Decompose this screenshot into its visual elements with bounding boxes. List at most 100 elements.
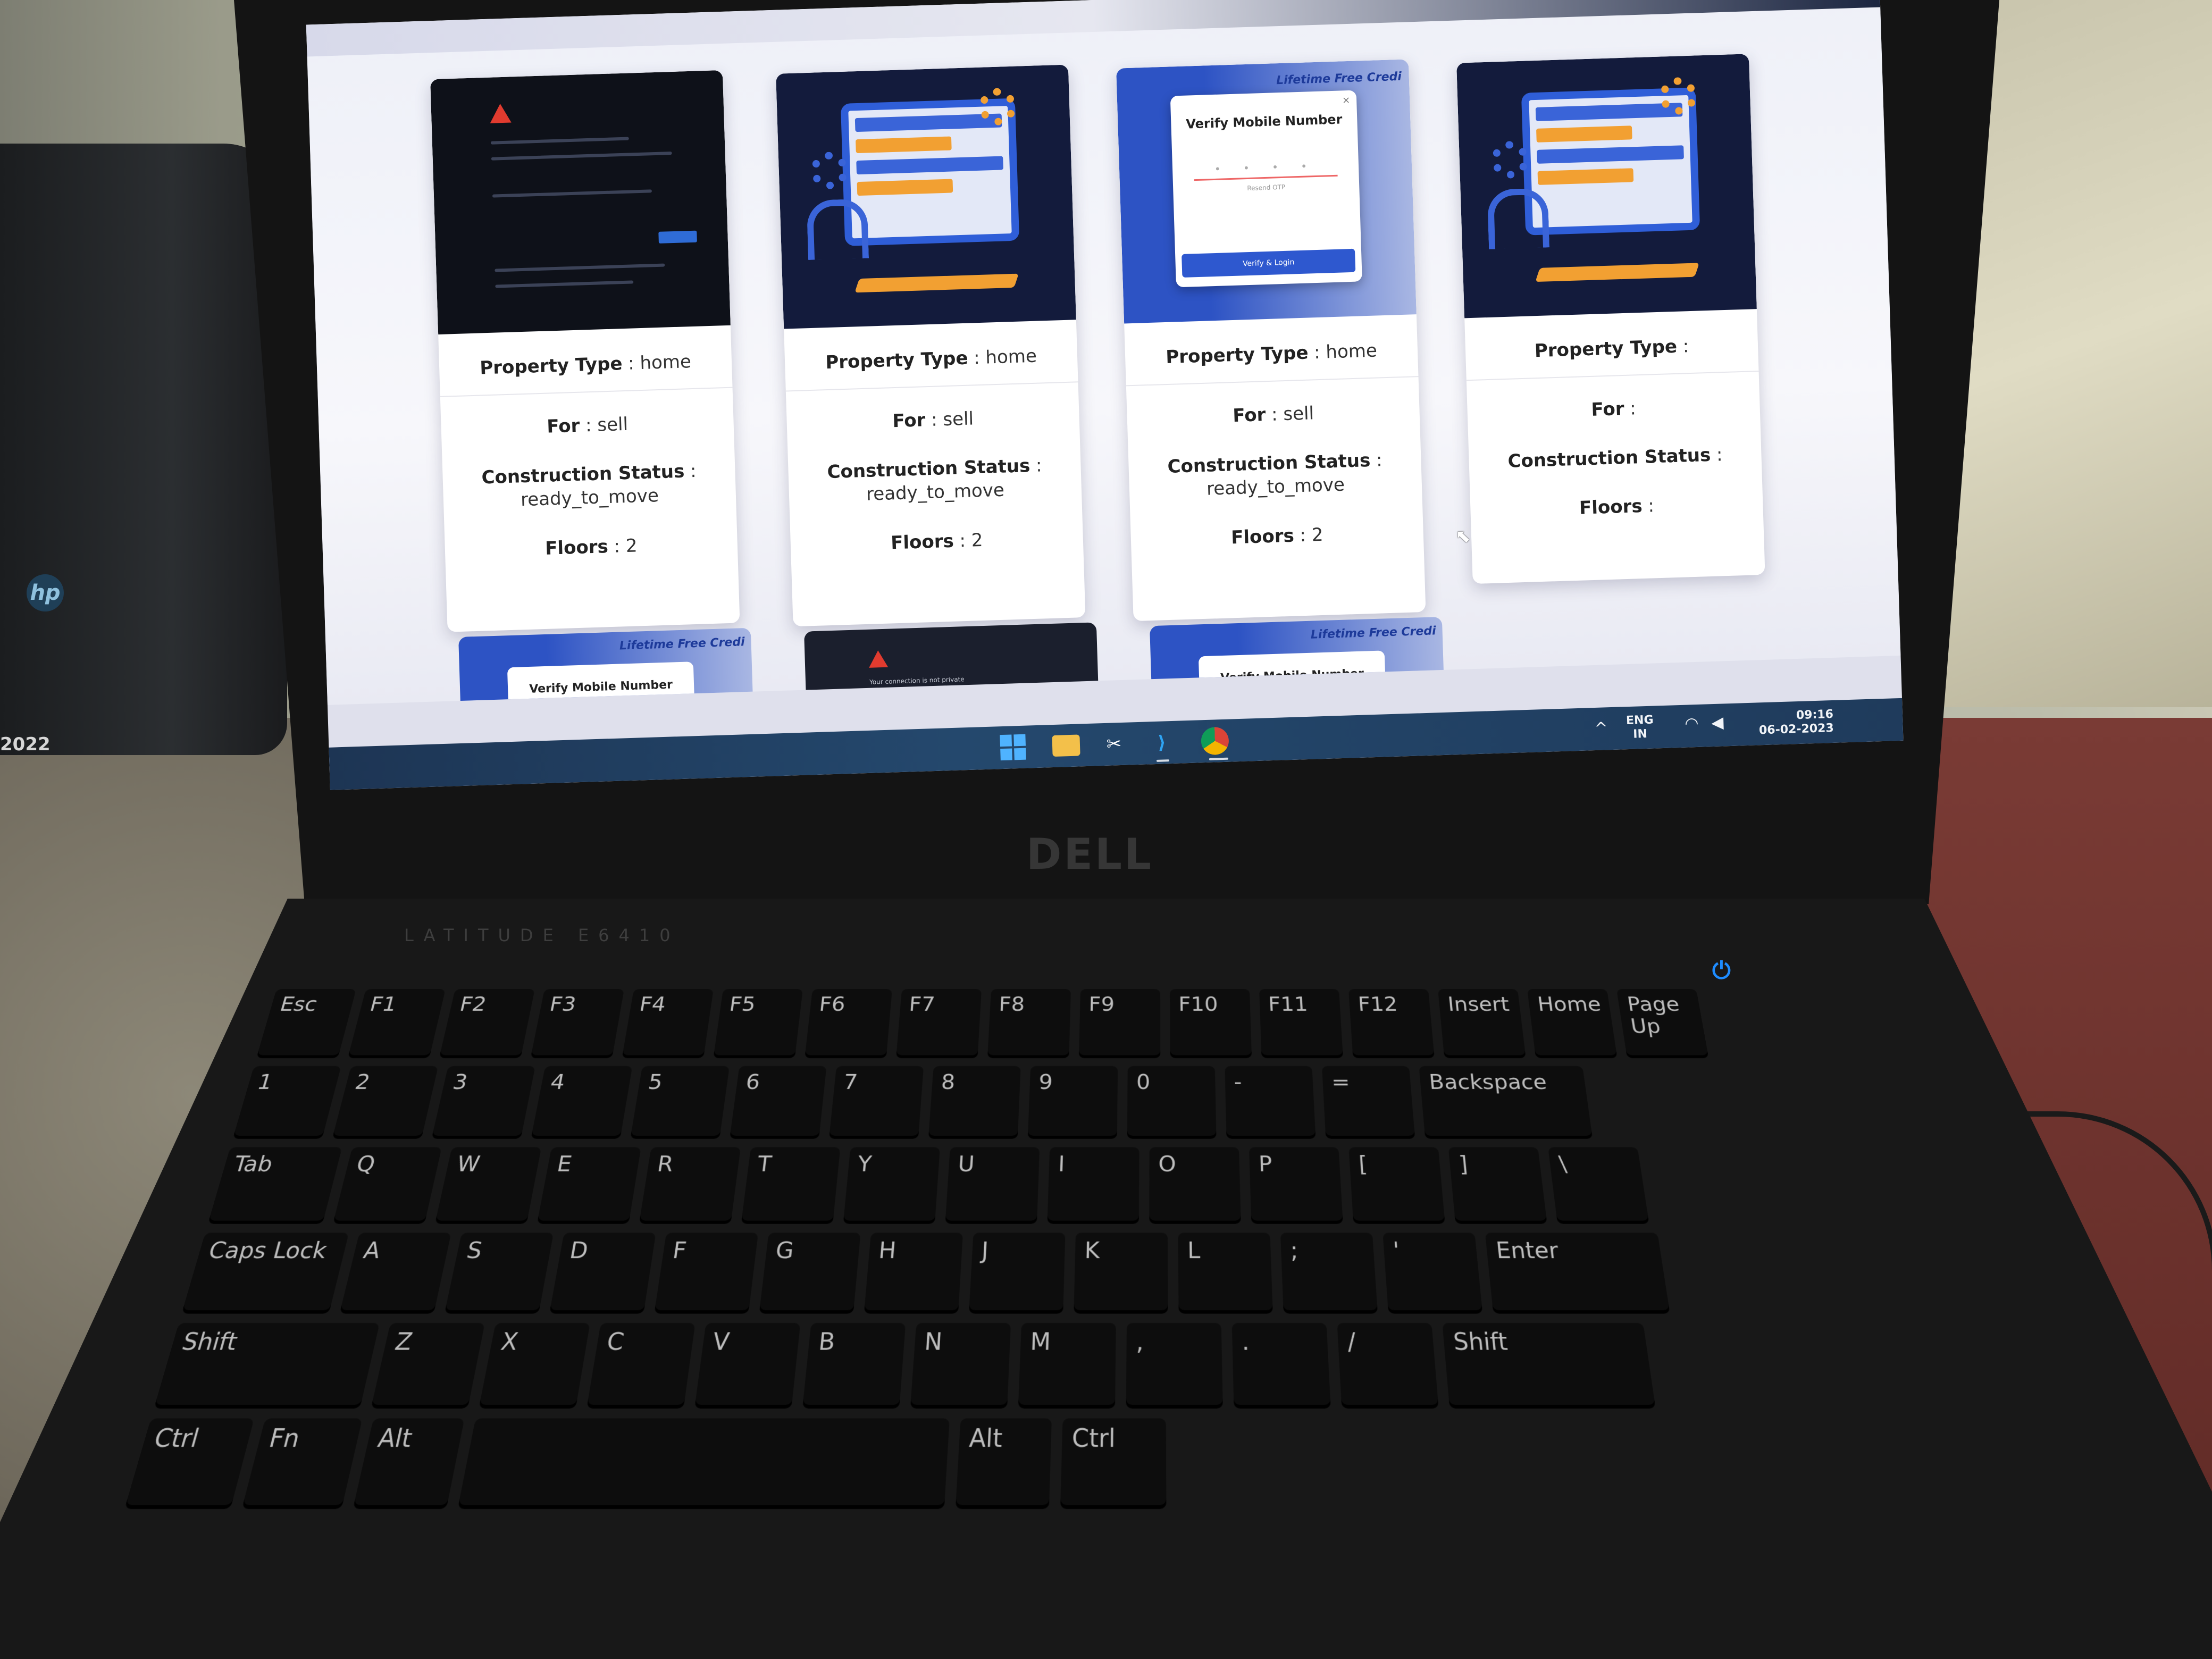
key-f11[interactable]: F11 — [1259, 989, 1343, 1055]
key-f3[interactable]: F3 — [531, 989, 624, 1055]
chevron-up-icon[interactable]: ^ — [1594, 719, 1608, 738]
key-c[interactable]: C — [587, 1322, 696, 1405]
key-f2[interactable]: F2 — [439, 989, 535, 1055]
key--[interactable]: \ — [1548, 1147, 1649, 1221]
key-y[interactable]: Y — [843, 1147, 940, 1221]
start-icon[interactable] — [999, 733, 1027, 762]
key-f4[interactable]: F4 — [622, 989, 714, 1055]
key--[interactable]: , — [1126, 1322, 1223, 1405]
key--[interactable]: ' — [1382, 1233, 1482, 1311]
key-v[interactable]: V — [694, 1322, 801, 1405]
key-f9[interactable]: F9 — [1078, 989, 1161, 1055]
card-thumbnail — [430, 70, 731, 334]
key-insert[interactable]: Insert — [1438, 989, 1526, 1055]
key-r[interactable]: R — [639, 1147, 741, 1221]
keyboard-row: Shift Z X C V B N M,. / Shift — [153, 1322, 1656, 1412]
power-button-icon[interactable]: ⏻ — [1712, 957, 1744, 989]
snipping-tool-icon[interactable]: ✂ — [1100, 730, 1128, 759]
keyboard-row: Ctrl Fn Alt Alt Ctrl — [123, 1418, 1167, 1513]
key-h[interactable]: H — [864, 1233, 963, 1311]
property-card[interactable]: Property Type : home For : sell Construc… — [430, 70, 740, 632]
key--[interactable]: = — [1321, 1066, 1415, 1136]
key-page-up[interactable]: Page Up — [1616, 989, 1708, 1055]
vscode-icon[interactable]: ⟩ — [1147, 728, 1176, 757]
clock[interactable]: 09:16 06-02-2023 — [1754, 708, 1834, 738]
key-0[interactable]: 0 — [1127, 1066, 1217, 1136]
key-t[interactable]: T — [741, 1147, 841, 1221]
key-3[interactable]: 3 — [432, 1066, 535, 1136]
model-label: LATITUDE E6410 — [404, 925, 680, 945]
chrome-icon[interactable] — [1201, 726, 1229, 756]
key-8[interactable]: 8 — [928, 1066, 1021, 1136]
key--[interactable]: - — [1225, 1066, 1316, 1136]
key--[interactable]: ; — [1280, 1233, 1378, 1311]
key-e[interactable]: E — [537, 1147, 641, 1221]
warning-icon — [489, 103, 512, 123]
key-k[interactable]: K — [1074, 1233, 1168, 1311]
file-explorer-icon[interactable] — [1052, 734, 1080, 757]
key-j[interactable]: J — [969, 1233, 1066, 1311]
key-2[interactable]: 2 — [332, 1066, 439, 1136]
key-f5[interactable]: F5 — [714, 989, 803, 1055]
property-card-partial[interactable]: Lifetime Free Credi Verify Mobile Number — [1150, 616, 1446, 705]
key-7[interactable]: 7 — [829, 1066, 924, 1136]
key-backspace[interactable]: Backspace — [1419, 1066, 1593, 1136]
backpack: hp 2022 — [0, 144, 287, 755]
volume-icon[interactable]: ◀ — [1711, 713, 1724, 732]
key-f8[interactable]: F8 — [987, 989, 1071, 1055]
key-f1[interactable]: F1 — [348, 989, 446, 1055]
key-f12[interactable]: F12 — [1348, 989, 1435, 1055]
property-card[interactable]: Property Type : For : Construction Statu… — [1456, 54, 1765, 584]
key-a[interactable]: A — [340, 1233, 451, 1311]
key-f7[interactable]: F7 — [896, 989, 982, 1055]
key-z[interactable]: Z — [371, 1322, 485, 1405]
key-w[interactable]: W — [435, 1147, 542, 1221]
key-d[interactable]: D — [550, 1233, 656, 1311]
key-alt[interactable]: Alt — [354, 1418, 465, 1505]
key--[interactable]: . — [1231, 1322, 1331, 1405]
key--[interactable]: ] — [1448, 1147, 1547, 1221]
key-i[interactable]: I — [1047, 1147, 1139, 1221]
key-5[interactable]: 5 — [631, 1066, 730, 1136]
laptop-screen: Property Type : home For : sell Construc… — [306, 0, 1904, 790]
property-card-partial[interactable]: Your connection is not private — [804, 622, 1100, 705]
key-space[interactable] — [458, 1418, 950, 1505]
language-indicator[interactable]: ENG IN — [1626, 714, 1654, 742]
key-m[interactable]: M — [1018, 1322, 1116, 1405]
key-f[interactable]: F — [655, 1233, 759, 1311]
key-n[interactable]: N — [910, 1322, 1011, 1405]
key--[interactable]: / — [1337, 1322, 1439, 1405]
key-6[interactable]: 6 — [730, 1066, 827, 1136]
property-card[interactable]: Lifetime Free Credi × Verify Mobile Numb… — [1116, 59, 1426, 622]
key-p[interactable]: P — [1249, 1147, 1343, 1221]
key-enter[interactable]: Enter — [1485, 1233, 1670, 1311]
property-card-partial[interactable]: Lifetime Free Credi Verify Mobile Number — [458, 627, 755, 705]
key-caps-lock[interactable]: Caps Lock — [182, 1233, 349, 1311]
key-alt[interactable]: Alt — [956, 1418, 1052, 1505]
key-b[interactable]: B — [802, 1322, 906, 1405]
key-4[interactable]: 4 — [531, 1066, 633, 1136]
headset-icon — [1487, 188, 1550, 249]
key-shift[interactable]: Shift — [155, 1322, 380, 1405]
key-o[interactable]: O — [1149, 1147, 1241, 1221]
key--[interactable]: [ — [1348, 1147, 1445, 1221]
key-f6[interactable]: F6 — [805, 989, 892, 1055]
warning-icon — [868, 650, 889, 668]
card-details: For : Construction Status : Floors : — [1507, 398, 1723, 520]
key-home[interactable]: Home — [1527, 989, 1617, 1055]
card-thumbnail — [1456, 54, 1757, 319]
key-f10[interactable]: F10 — [1170, 989, 1252, 1055]
key-s[interactable]: S — [445, 1233, 554, 1311]
property-card[interactable]: Property Type : home For : sell Construc… — [776, 64, 1086, 627]
key-l[interactable]: L — [1178, 1233, 1273, 1311]
key-x[interactable]: X — [479, 1322, 590, 1405]
wifi-icon[interactable]: ◠ — [1685, 714, 1699, 733]
key-ctrl[interactable]: Ctrl — [1060, 1418, 1167, 1505]
key-9[interactable]: 9 — [1027, 1066, 1118, 1136]
key-g[interactable]: G — [759, 1233, 861, 1311]
key-shift[interactable]: Shift — [1442, 1322, 1655, 1405]
key-q[interactable]: Q — [333, 1147, 442, 1221]
key-u[interactable]: U — [945, 1147, 1040, 1221]
key-fn[interactable]: Fn — [242, 1418, 363, 1505]
key-tab[interactable]: Tab — [208, 1147, 342, 1221]
